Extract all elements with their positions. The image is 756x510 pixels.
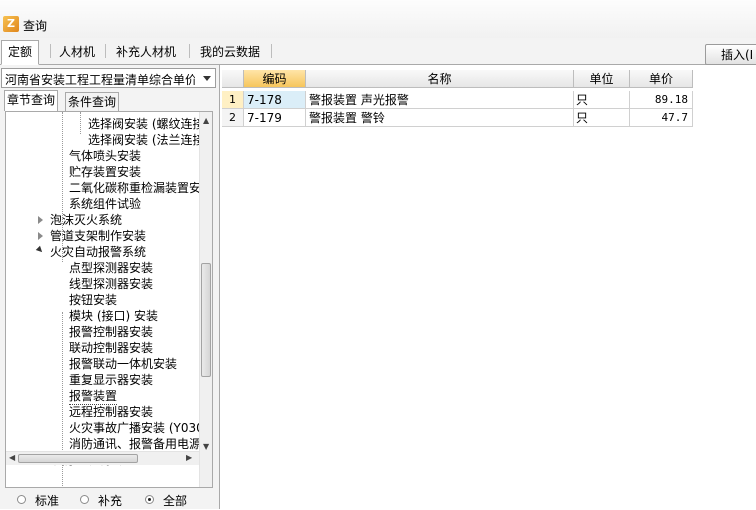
cell-unit[interactable]: 只 [574, 91, 630, 109]
column-header-price[interactable]: 单价 [630, 70, 693, 88]
expand-arrow-icon[interactable] [38, 216, 43, 224]
cell-price[interactable]: 89.18 [630, 91, 693, 109]
tree-guide-line [80, 112, 81, 134]
chevron-down-icon[interactable] [203, 76, 211, 81]
tree-item[interactable]: 线型探测器安装 [69, 276, 153, 292]
expand-arrow-icon[interactable] [38, 232, 43, 240]
cell-code[interactable]: 7-179 [244, 109, 306, 127]
radio-supplement-label: 补充 [98, 494, 123, 508]
row-number[interactable]: 1 [222, 91, 244, 109]
radio-supplement[interactable] [80, 495, 89, 504]
tree-item[interactable]: 贮存装置安装 [69, 164, 141, 180]
tree-item[interactable]: 远程控制器安装 [69, 404, 153, 420]
app-icon: Z [3, 16, 19, 32]
window-title: 查询 [23, 19, 48, 33]
horizontal-scroll-thumb[interactable] [18, 454, 138, 463]
tab-supplementary-lmm[interactable]: 补充人材机 [110, 41, 182, 63]
tab-separator [271, 44, 272, 58]
radio-standard-label: 标准 [35, 494, 60, 508]
tab-labor-material-machine[interactable]: 人材机 [53, 41, 101, 63]
tree-item[interactable]: 选择阀安装 (螺纹连接 [88, 116, 205, 132]
subtab-chapter-query[interactable]: 章节查询 [4, 90, 59, 111]
tree-item-selected[interactable]: 报警装置 [69, 388, 118, 405]
tree-item[interactable]: 点型探测器安装 [69, 260, 153, 276]
radio-all-label: 全部 [163, 494, 188, 508]
tree-item[interactable]: 气体喷头安装 [69, 148, 141, 164]
tab-quota[interactable]: 定额 [1, 40, 40, 65]
chapter-tree: 选择阀安装 (螺纹连接 选择阀安装 (法兰连接 气体喷头安装 贮存装置安装 二氧… [5, 111, 213, 488]
tab-separator [105, 44, 106, 58]
tree-item[interactable]: 重复显示器安装 [69, 372, 153, 388]
column-header-unit[interactable]: 单位 [574, 70, 630, 88]
tree-item[interactable]: 泡沫灭火系统 [50, 212, 122, 228]
cell-name[interactable]: 警报装置 警铃 [306, 109, 574, 127]
tree-horizontal-scrollbar[interactable]: ◀ ▶ [6, 451, 199, 465]
tree-item[interactable]: 火灾自动报警系统 [50, 244, 146, 260]
tree-item[interactable]: 报警控制器安装 [69, 324, 153, 340]
tree-item[interactable]: 报警联动一体机安装 [69, 356, 177, 372]
row-number[interactable]: 2 [222, 109, 244, 127]
tab-separator [50, 44, 51, 58]
cell-unit[interactable]: 只 [574, 109, 630, 127]
tab-my-cloud-data[interactable]: 我的云数据 [194, 41, 266, 63]
collapse-arrow-icon[interactable] [35, 245, 45, 255]
tree-item[interactable]: 按钮安装 [69, 292, 117, 308]
tree-item[interactable]: 消防通讯、报警备用电源 [69, 436, 201, 452]
tree-item[interactable]: 联动控制器安装 [69, 340, 153, 356]
insert-button[interactable]: 插入(I [705, 44, 756, 65]
vertical-scroll-thumb[interactable] [201, 263, 211, 377]
scroll-up-icon[interactable]: ▲ [203, 116, 209, 126]
tree-item[interactable]: 选择阀安装 (法兰连接 [88, 132, 205, 148]
scroll-right-icon[interactable]: ▶ [186, 453, 192, 463]
left-panel: 河南省安装工程工程量清单综合单价 章节查询 条件查询 选择阀安装 (螺纹连接 选… [0, 65, 219, 509]
cell-name[interactable]: 警报装置 声光报警 [306, 91, 574, 109]
main-tabbar: 定额 人材机 补充人材机 我的云数据 [0, 38, 756, 65]
library-select[interactable]: 河南省安装工程工程量清单综合单价 [1, 68, 216, 88]
tree-vertical-scrollbar[interactable]: ▲ ▼ [199, 112, 212, 487]
column-header-name[interactable]: 名称 [306, 70, 574, 88]
radio-standard[interactable] [17, 495, 26, 504]
tree-item[interactable]: 二氧化碳称重检漏装置安装 [69, 180, 212, 196]
subtab-condition-query[interactable]: 条件查询 [65, 92, 120, 111]
tree-item[interactable]: 管道支架制作安装 [50, 228, 146, 244]
scroll-left-icon[interactable]: ◀ [9, 453, 15, 463]
panel-divider[interactable] [219, 65, 220, 509]
cell-price[interactable]: 47.7 [630, 109, 693, 127]
tree-item[interactable]: 模块 (接口) 安装 [69, 308, 158, 324]
tree-item[interactable]: 系统组件试验 [69, 196, 141, 212]
radio-all[interactable] [145, 495, 154, 504]
tab-separator [189, 44, 190, 58]
filter-radio-group: 标准 补充 全部 [0, 490, 219, 510]
cell-code[interactable]: 7-178 [244, 91, 306, 109]
column-header-code[interactable]: 编码 [244, 70, 306, 88]
scroll-down-icon[interactable]: ▼ [203, 442, 209, 452]
tree-item[interactable]: 火灾事故广播安装 (Y030 [69, 420, 204, 436]
grid-corner[interactable] [222, 70, 244, 88]
title-bar: Z 查询 [0, 0, 756, 39]
library-select-value: 河南省安装工程工程量清单综合单价 [5, 73, 195, 87]
